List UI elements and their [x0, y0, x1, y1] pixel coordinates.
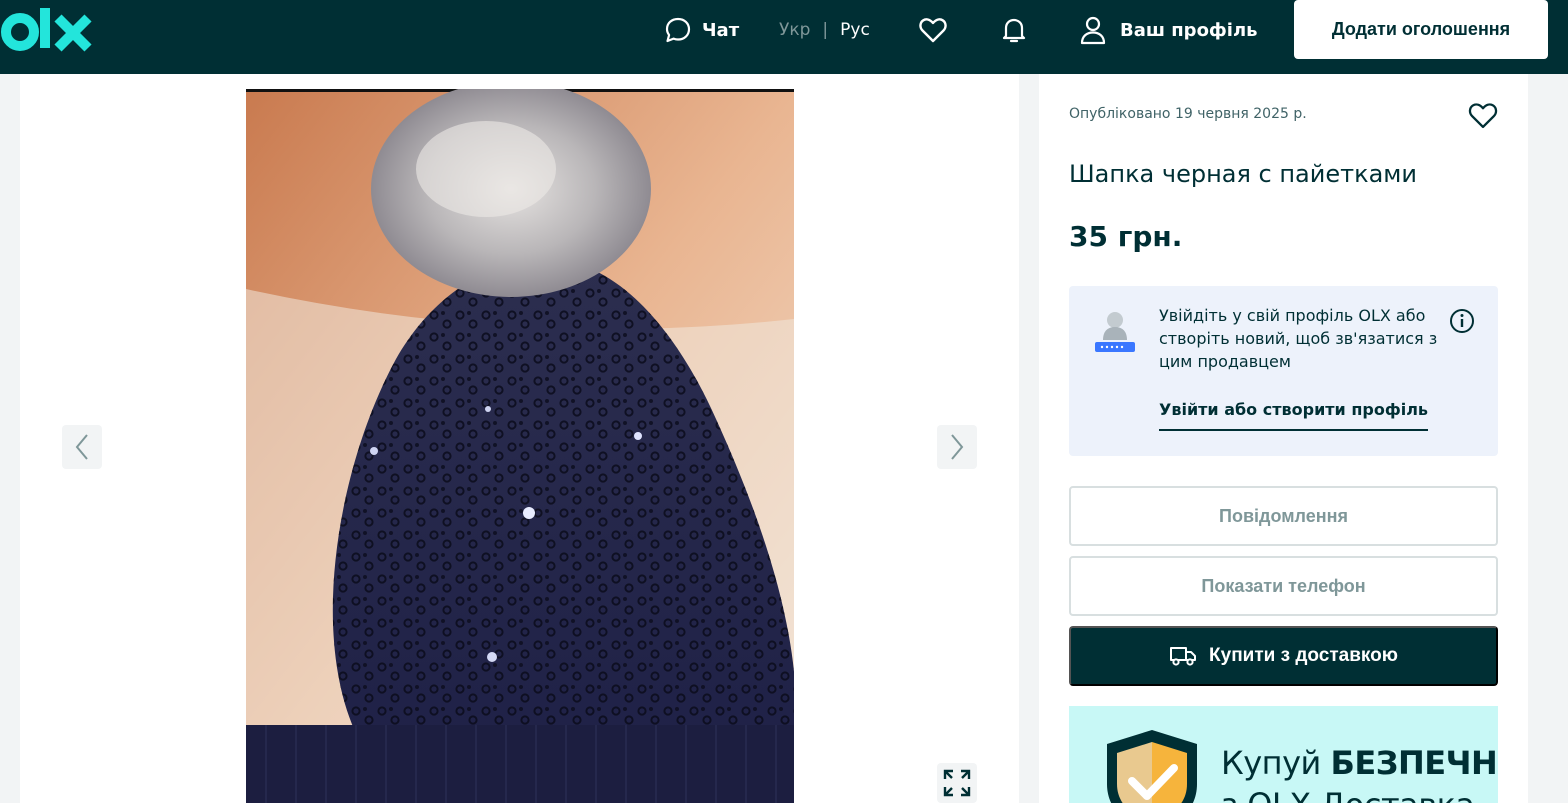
- chevron-right-icon: [951, 434, 964, 460]
- product-photo[interactable]: [246, 89, 794, 803]
- language-switch: Укр | Рус: [779, 18, 870, 42]
- profile-link[interactable]: Ваш профіль: [1080, 14, 1258, 46]
- chat-bubble-icon: [665, 17, 691, 43]
- promo-subline: з OLX Доставка: [1221, 786, 1475, 803]
- show-phone-button[interactable]: Показати телефон: [1069, 556, 1498, 616]
- ad-title: Шапка черная с пайетками: [1069, 160, 1418, 188]
- message-button[interactable]: Повідомлення: [1069, 486, 1498, 546]
- ad-details-panel: Опубліковано 19 червня 2025 р. Шапка чер…: [1039, 74, 1528, 803]
- shield-check-icon: [1107, 730, 1197, 803]
- heart-icon: [919, 18, 947, 43]
- posted-date: Опубліковано 19 червня 2025 р.: [1069, 106, 1307, 122]
- info-icon[interactable]: [1449, 308, 1475, 334]
- next-photo-button[interactable]: [937, 425, 977, 469]
- favorites-button[interactable]: [918, 15, 948, 45]
- chat-label: Чат: [702, 19, 740, 41]
- buy-with-delivery-button[interactable]: Купити з доставкою: [1069, 626, 1498, 686]
- prev-photo-button[interactable]: [62, 425, 102, 469]
- login-prompt: Увійдіть у свій профіль OLX або створіть…: [1069, 286, 1498, 456]
- fullscreen-button[interactable]: [937, 763, 977, 803]
- truck-icon: [1170, 647, 1197, 666]
- ad-price: 35 грн.: [1069, 220, 1183, 253]
- lang-separator: |: [822, 20, 829, 40]
- profile-label: Ваш профіль: [1120, 19, 1258, 41]
- lang-ru[interactable]: Рус: [840, 20, 870, 40]
- add-to-favorites-button[interactable]: [1467, 100, 1499, 130]
- expand-icon: [943, 769, 971, 797]
- bell-icon: [1002, 18, 1026, 43]
- notifications-button[interactable]: [999, 15, 1029, 45]
- login-illustration-icon: [1095, 312, 1135, 352]
- chat-link[interactable]: Чат: [664, 14, 739, 46]
- post-ad-button[interactable]: Додати оголошення: [1294, 0, 1548, 59]
- top-header: Чат Укр | Рус Ваш профіль Додати оголоше…: [0, 0, 1568, 74]
- buy-with-delivery-label: Купити з доставкою: [1209, 645, 1398, 666]
- olx-logo[interactable]: [0, 8, 96, 56]
- user-icon: [1080, 16, 1106, 45]
- heart-icon: [1468, 102, 1498, 128]
- login-or-register-link[interactable]: Увійти або створити профіль: [1159, 400, 1429, 431]
- photo-gallery: [20, 74, 1019, 803]
- login-prompt-text: Увійдіть у свій профіль OLX або створіть…: [1159, 306, 1438, 371]
- safe-delivery-banner[interactable]: Купуй БЕЗПЕЧНО з OLX Доставка: [1069, 706, 1498, 803]
- lang-uk[interactable]: Укр: [779, 20, 810, 40]
- promo-headline: Купуй БЕЗПЕЧНО: [1221, 744, 1498, 782]
- chevron-left-icon: [75, 434, 88, 460]
